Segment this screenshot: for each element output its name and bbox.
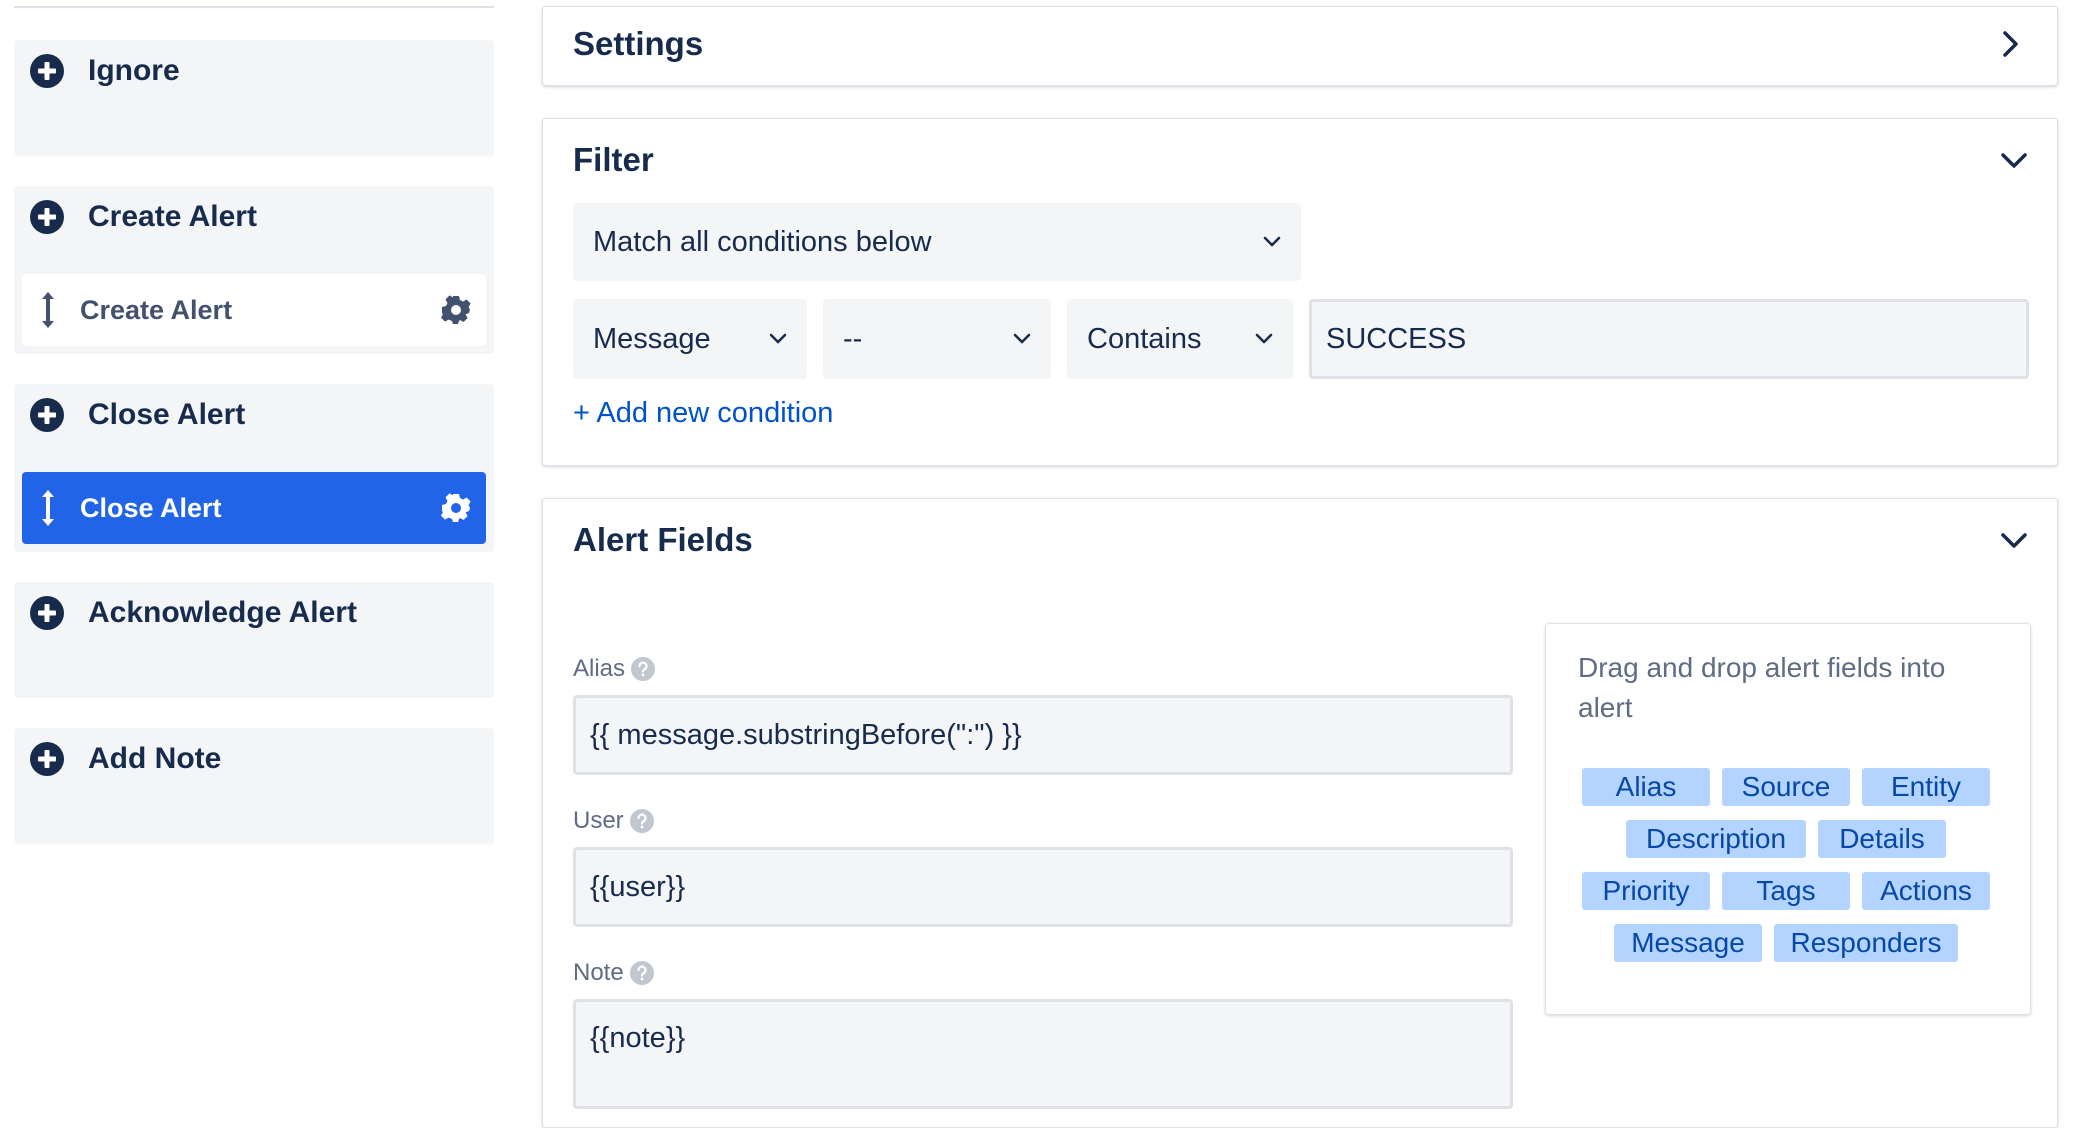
condition-qualifier-value: -- [843,322,863,355]
rule-item-create-alert[interactable]: Create Alert [22,274,486,346]
filter-title: Filter [573,141,654,178]
plus-circle-icon [30,54,64,88]
chevron-down-icon [1013,333,1031,344]
chevron-down-icon[interactable] [1999,145,2029,175]
chip-tags[interactable]: Tags [1722,872,1850,910]
gear-icon[interactable] [440,492,472,524]
add-close-alert-rule-button[interactable]: Close Alert [30,398,245,432]
help-icon[interactable] [631,657,656,681]
user-input[interactable]: {{user}} [573,847,1513,927]
alias-value: {{ message.substringBefore(":") }} [590,718,1022,751]
alert-fields-section: Alert Fields Alias {{ message.substringB… [542,498,2058,1128]
condition-value-text: SUCCESS [1326,322,1467,355]
match-mode-value: Match all conditions below [593,225,932,258]
condition-operator-select[interactable]: Contains [1067,299,1293,379]
drag-handle-icon[interactable] [38,291,58,329]
note-input[interactable]: {{note}} [573,999,1513,1109]
condition-field-value: Message [593,322,711,355]
rule-label: Close Alert [80,492,222,523]
chevron-down-icon [1263,236,1281,247]
note-value: {{note}} [590,1022,686,1054]
add-acknowledge-alert-rule-button[interactable]: Acknowledge Alert [30,596,357,630]
alert-fields-title: Alert Fields [573,521,753,558]
chip-message[interactable]: Message [1614,924,1762,962]
alert-fields-palette: Drag and drop alert fields into alert Al… [1545,623,2031,1015]
alias-field-label: Alias [573,655,656,683]
help-icon[interactable] [629,961,654,985]
plus-circle-icon [30,200,64,234]
plus-circle-icon [30,596,64,630]
action-group-acknowledge-alert: Acknowledge Alert [14,582,494,698]
note-field-label: Note [573,959,654,987]
plus-circle-icon [30,398,64,432]
chip-alias[interactable]: Alias [1582,768,1710,806]
drag-handle-icon[interactable] [38,489,58,527]
add-new-condition-link[interactable]: + Add new condition [573,397,833,430]
action-group-ignore: Ignore [14,40,494,156]
action-group-title: Acknowledge Alert [88,596,357,629]
alias-label-text: Alias [573,655,626,682]
chip-priority[interactable]: Priority [1582,872,1710,910]
action-group-title: Add Note [88,742,222,775]
action-group-close-alert: Close Alert Close Alert [14,384,494,552]
chip-actions[interactable]: Actions [1862,872,1990,910]
settings-section[interactable]: Settings [542,6,2058,86]
chip-entity[interactable]: Entity [1862,768,1990,806]
alias-input[interactable]: {{ message.substringBefore(":") }} [573,695,1513,775]
action-group-add-note: Add Note [14,728,494,844]
user-value: {{user}} [590,870,686,903]
note-label-text: Note [573,959,624,986]
user-field-label: User [573,807,654,835]
gear-icon[interactable] [440,294,472,326]
action-group-title: Ignore [88,54,180,87]
chip-description[interactable]: Description [1626,820,1806,858]
help-icon[interactable] [629,809,654,833]
rule-item-close-alert[interactable]: Close Alert [22,472,486,544]
sidebar-divider [14,6,494,8]
chevron-down-icon [769,333,787,344]
condition-qualifier-select[interactable]: -- [823,299,1051,379]
add-note-rule-button[interactable]: Add Note [30,742,221,776]
filter-section: Filter Match all conditions below Messag… [542,118,2058,466]
chip-responders[interactable]: Responders [1774,924,1958,962]
chevron-right-icon[interactable] [1995,29,2025,59]
action-group-title: Create Alert [88,200,257,233]
chip-details[interactable]: Details [1818,820,1946,858]
chevron-down-icon[interactable] [1999,525,2029,555]
condition-field-select[interactable]: Message [573,299,807,379]
add-create-alert-rule-button[interactable]: Create Alert [30,200,257,234]
plus-circle-icon [30,742,64,776]
action-group-title: Close Alert [88,398,246,431]
match-mode-select[interactable]: Match all conditions below [573,203,1301,281]
chip-source[interactable]: Source [1722,768,1850,806]
chevron-down-icon [1255,333,1273,344]
settings-title: Settings [573,25,704,62]
action-group-create-alert: Create Alert Create Alert [14,186,494,354]
condition-operator-value: Contains [1087,322,1202,355]
user-label-text: User [573,807,624,834]
drag-hint-text: Drag and drop alert fields into alert [1578,652,1946,723]
add-ignore-rule-button[interactable]: Ignore [30,54,180,88]
rule-label: Create Alert [80,294,233,325]
condition-value-input[interactable]: SUCCESS [1309,299,2029,379]
